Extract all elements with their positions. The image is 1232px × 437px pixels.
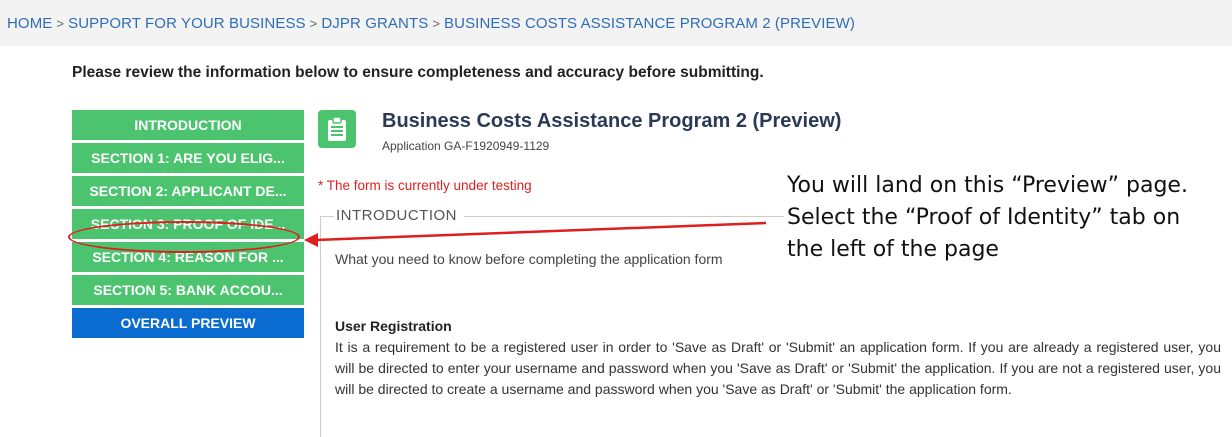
- clipboard-form-icon: [318, 110, 356, 148]
- breadcrumb-separator: >: [309, 15, 318, 31]
- registration-body: It is a requirement to be a registered u…: [335, 339, 1221, 397]
- breadcrumb-current-page[interactable]: BUSINESS COSTS ASSISTANCE PROGRAM 2 (PRE…: [444, 15, 855, 32]
- highlight-oval: [68, 221, 300, 253]
- breadcrumb: HOME > SUPPORT FOR YOUR BUSINESS > DJPR …: [0, 0, 1232, 46]
- breadcrumb-support-for-your-business[interactable]: SUPPORT FOR YOUR BUSINESS: [68, 15, 306, 32]
- tab-section-5-bank-account[interactable]: SECTION 5: BANK ACCOU...: [72, 275, 304, 305]
- pointer-arrow: [304, 221, 767, 247]
- arrow-head: [304, 233, 318, 247]
- application-id: Application GA-F1920949-1129: [382, 139, 550, 153]
- tab-overall-preview[interactable]: OVERALL PREVIEW: [72, 308, 304, 338]
- breadcrumb-home[interactable]: HOME: [7, 15, 52, 32]
- form-title: Business Costs Assistance Program 2 (Pre…: [382, 110, 842, 132]
- callout-line-2: Select the “Proof of Identity” tab on: [787, 205, 1181, 230]
- arrow-line: [315, 221, 767, 242]
- tab-section-2-applicant-details[interactable]: SECTION 2: APPLICANT DE...: [72, 176, 304, 206]
- breadcrumb-separator: >: [432, 15, 441, 31]
- fieldset-border: [464, 216, 784, 217]
- review-instruction: Please review the information below to e…: [72, 64, 764, 81]
- fieldset-border: [320, 216, 334, 217]
- breadcrumb-djpr-grants[interactable]: DJPR GRANTS: [321, 15, 428, 32]
- callout-line-1: You will land on this “Preview” page.: [787, 173, 1188, 198]
- clipboard-icon: [328, 116, 346, 141]
- callout-line-3: the left of the page: [787, 237, 999, 262]
- registration-heading: User Registration: [335, 318, 452, 334]
- instruction-callout: You will land on this “Preview” page. Se…: [787, 170, 1232, 266]
- tab-introduction[interactable]: INTRODUCTION: [72, 110, 304, 140]
- breadcrumb-separator: >: [56, 15, 65, 31]
- testing-warning: * The form is currently under testing: [318, 178, 532, 193]
- tab-section-1-eligibility[interactable]: SECTION 1: ARE YOU ELIG...: [72, 143, 304, 173]
